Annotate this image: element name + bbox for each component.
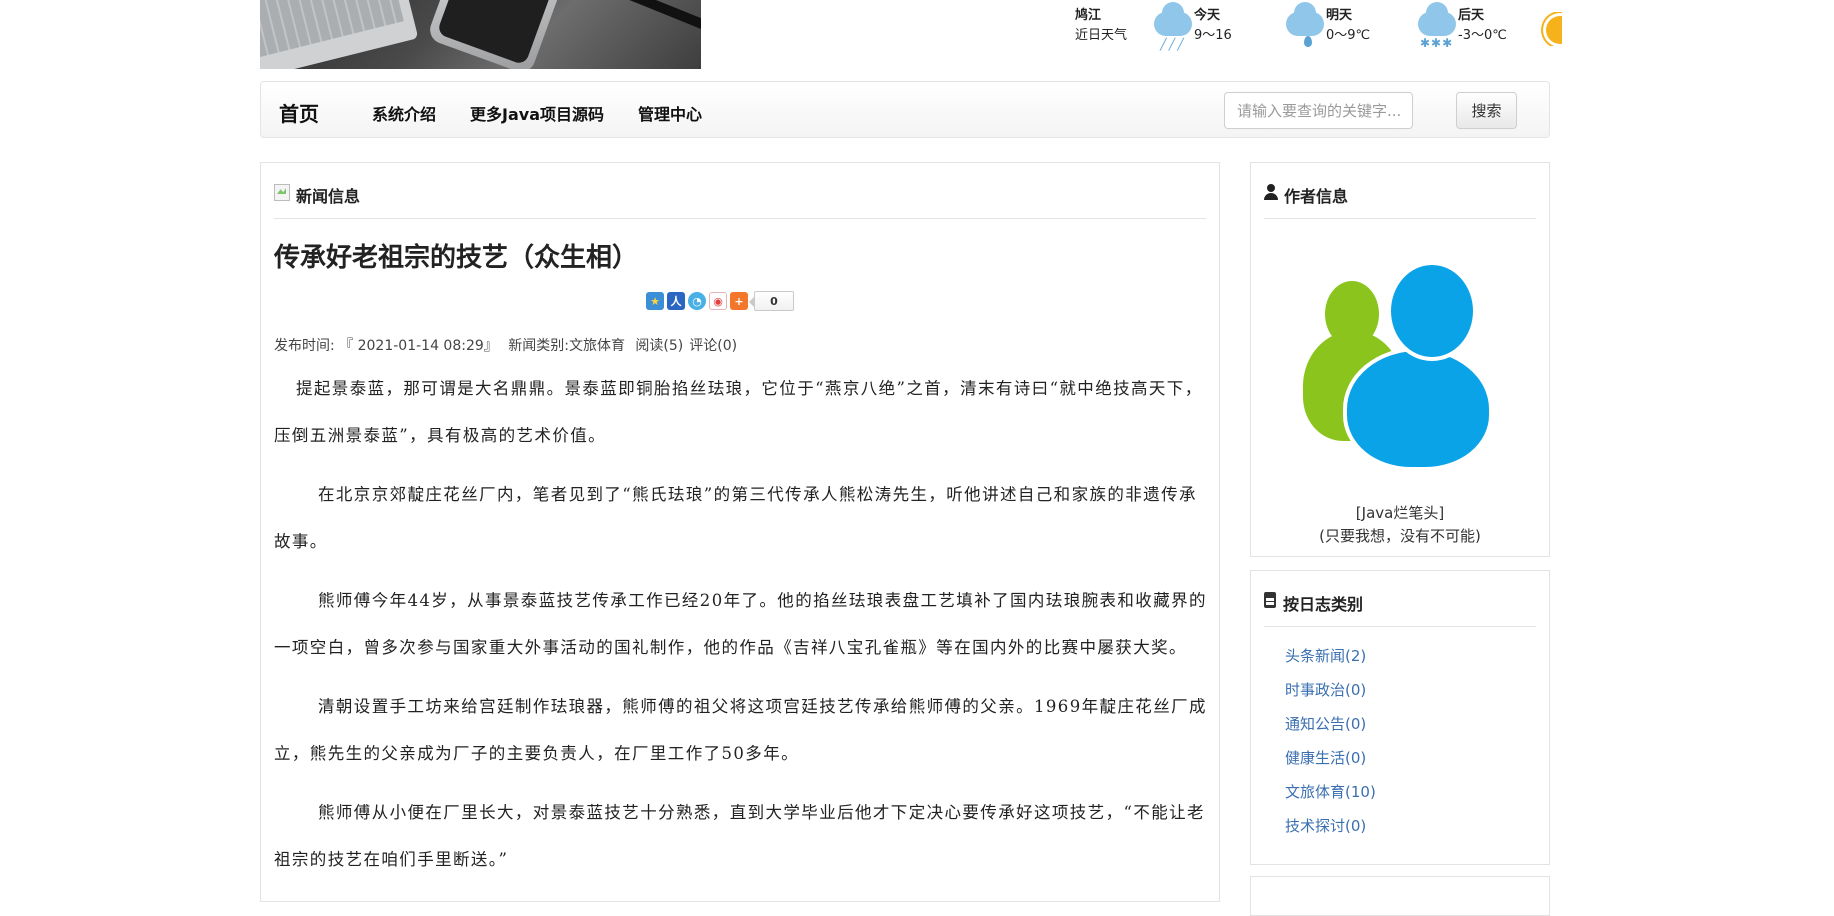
pen-graphic bbox=[593, 0, 701, 38]
nav-links: 系统介绍 更多Java项目源码 管理中心 bbox=[355, 101, 719, 125]
avatar bbox=[1303, 261, 1503, 471]
list-item: 头条新闻(2) bbox=[1285, 639, 1376, 673]
author-panel-header: 作者信息 bbox=[1264, 183, 1536, 219]
author-panel-title: 作者信息 bbox=[1284, 187, 1349, 206]
weather-city-name: 鸠江 bbox=[1075, 8, 1102, 23]
navbar: 首页 系统介绍 更多Java项目源码 管理中心 搜索 bbox=[260, 81, 1550, 138]
share-renren-icon[interactable]: 人 bbox=[667, 292, 685, 310]
news-panel-header: 新闻信息 bbox=[274, 183, 1206, 219]
category-link-headlines[interactable]: 头条新闻(2) bbox=[1285, 647, 1366, 665]
news-category: 新闻类别:文旅体育 bbox=[508, 338, 625, 354]
nav-link-admin-center[interactable]: 管理中心 bbox=[621, 101, 719, 125]
list-item: 技术探讨(0) bbox=[1285, 809, 1376, 843]
snow-cloud-icon: ✱✱✱ bbox=[1414, 2, 1458, 54]
article-paragraph: 熊师傅今年44岁，从事景泰蓝技艺传承工作已经20年了。他的掐丝珐琅表盘工艺填补了… bbox=[274, 591, 1207, 657]
news-panel-title: 新闻信息 bbox=[296, 187, 361, 206]
article-paragraph: 提起景泰蓝，那可谓是大名鼎鼎。景泰蓝即铜胎掐丝珐琅，它位于“燕京八绝”之首，清末… bbox=[274, 379, 1203, 445]
category-panel-header: 按日志类别 bbox=[1264, 591, 1536, 627]
nav-link-system-intro[interactable]: 系统介绍 bbox=[355, 101, 453, 125]
weather-day-label: 后天 bbox=[1458, 8, 1485, 23]
category-link-notices[interactable]: 通知公告(0) bbox=[1285, 715, 1366, 733]
category-link-culture-sports[interactable]: 文旅体育(10) bbox=[1285, 783, 1376, 801]
phone-graphic bbox=[426, 0, 564, 69]
next-sidebar-panel bbox=[1250, 876, 1550, 916]
article-title: 传承好老祖宗的技艺（众生相） bbox=[274, 243, 639, 273]
share-weibo-icon[interactable]: ◉ bbox=[709, 292, 727, 310]
share-qzone-icon[interactable]: ◔ bbox=[688, 292, 706, 310]
weather-day-temp: 0～9℃ bbox=[1326, 28, 1371, 43]
sun-icon bbox=[1540, 12, 1562, 46]
author-name: [Java烂笔头] bbox=[1355, 504, 1445, 522]
list-item: 时事政治(0) bbox=[1285, 673, 1376, 707]
article-paragraph: 在北京京郊靛庄花丝厂内，笔者见到了“熊氏珐琅”的第三代传承人熊松涛先生，听他讲述… bbox=[274, 485, 1197, 551]
article-body: 提起景泰蓝，那可谓是大名鼎鼎。景泰蓝即铜胎掐丝珐琅，它位于“燕京八绝”之首，清末… bbox=[274, 365, 1207, 895]
category-link-politics[interactable]: 时事政治(0) bbox=[1285, 681, 1366, 699]
share-favorite-icon[interactable]: ★ bbox=[646, 292, 664, 310]
list-item: 通知公告(0) bbox=[1285, 707, 1376, 741]
category-list: 头条新闻(2) 时事政治(0) 通知公告(0) 健康生活(0) 文旅体育(10)… bbox=[1285, 639, 1376, 843]
read-count: 阅读(5) bbox=[635, 338, 684, 354]
weather-widget: 鸠江 近日天气 ╱╱╱ 今天 9～16 明天 0～9℃ ✱✱✱ 后天 -3～0℃ bbox=[1075, 2, 1546, 54]
article-paragraph: 熊师傅从小便在厂里长大，对景泰蓝技艺十分熟悉，直到大学毕业后他才下定决心要传承好… bbox=[274, 803, 1205, 869]
comment-count: 评论(0) bbox=[689, 338, 738, 354]
drizzle-cloud-icon bbox=[1282, 2, 1326, 54]
news-panel: 新闻信息 传承好老祖宗的技艺（众生相） ★ 人 ◔ ◉ + 0 发布时间: 『 … bbox=[260, 162, 1220, 902]
list-item: 文旅体育(10) bbox=[1285, 775, 1376, 809]
share-bar: ★ 人 ◔ ◉ + 0 bbox=[646, 291, 794, 311]
rain-cloud-icon: ╱╱╱ bbox=[1150, 2, 1194, 54]
share-more-icon[interactable]: + bbox=[730, 292, 748, 310]
category-panel-title: 按日志类别 bbox=[1283, 595, 1364, 614]
category-link-tech[interactable]: 技术探讨(0) bbox=[1285, 817, 1366, 835]
search-button[interactable]: 搜索 bbox=[1456, 92, 1517, 129]
user-icon bbox=[1264, 184, 1278, 200]
author-panel: 作者信息 [Java烂笔头] (只要我想，没有不可能) bbox=[1250, 162, 1550, 557]
share-count: 0 bbox=[749, 291, 794, 311]
broken-image-icon bbox=[274, 184, 290, 201]
weather-city: 鸠江 近日天气 bbox=[1075, 6, 1150, 46]
weather-day-label: 明天 bbox=[1326, 8, 1353, 23]
list-item: 健康生活(0) bbox=[1285, 741, 1376, 775]
weather-day-label: 今天 bbox=[1194, 8, 1221, 23]
nav-home-link[interactable]: 首页 bbox=[279, 98, 319, 127]
weather-day-after: ✱✱✱ 后天 -3～0℃ bbox=[1414, 2, 1546, 54]
banner-image bbox=[260, 0, 701, 69]
article-paragraph: 清朝设置手工坊来给宫廷制作珐琅器，熊师傅的祖父将这项宫廷技艺传承给熊师傅的父亲。… bbox=[274, 697, 1207, 763]
nav-link-more-java-projects[interactable]: 更多Java项目源码 bbox=[453, 101, 621, 125]
clipboard-icon bbox=[1264, 592, 1276, 608]
weather-day-today: ╱╱╱ 今天 9～16 bbox=[1150, 2, 1282, 54]
category-link-health[interactable]: 健康生活(0) bbox=[1285, 749, 1366, 767]
publish-time: 发布时间: 『 2021-01-14 08:29』 bbox=[274, 338, 498, 354]
search-input[interactable] bbox=[1224, 92, 1413, 129]
weather-day-temp: 9～16 bbox=[1194, 28, 1232, 43]
weather-day-tomorrow: 明天 0～9℃ bbox=[1282, 2, 1414, 54]
weather-day-temp: -3～0℃ bbox=[1458, 28, 1507, 43]
category-panel: 按日志类别 头条新闻(2) 时事政治(0) 通知公告(0) 健康生活(0) 文旅… bbox=[1250, 570, 1550, 865]
article-meta: 发布时间: 『 2021-01-14 08:29』 新闻类别:文旅体育 阅读(5… bbox=[274, 335, 743, 355]
author-motto: (只要我想，没有不可能) bbox=[1319, 527, 1481, 545]
weather-subtitle: 近日天气 bbox=[1075, 28, 1128, 43]
laptop-graphic bbox=[260, 0, 419, 69]
